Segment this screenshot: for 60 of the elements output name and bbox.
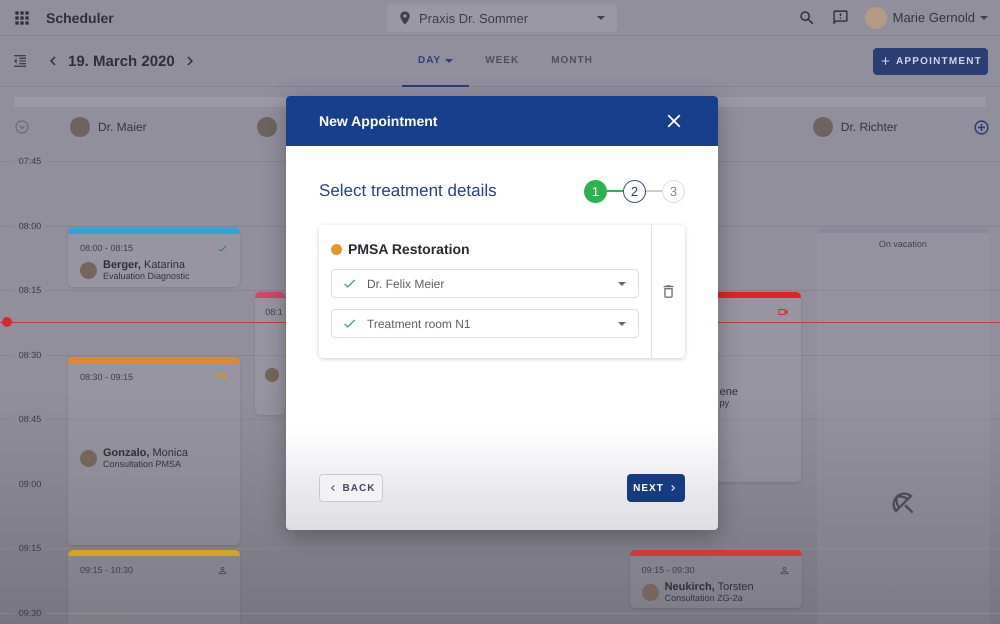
next-button[interactable]: NEXT (627, 474, 685, 502)
appointment-time: 08:1 (265, 307, 283, 317)
treatment-name: py (720, 398, 730, 408)
time-label: 09:30 (18, 606, 42, 618)
patient-name: Neukirch, Torsten (664, 581, 754, 593)
patient-name: ene (720, 386, 739, 398)
time-label: 09:00 (18, 478, 42, 490)
time-label: 08:45 (18, 413, 42, 425)
avatar (265, 368, 280, 382)
avatar (642, 584, 659, 600)
time-label: 08:15 (18, 284, 42, 296)
avatar (80, 262, 97, 278)
appointment-card[interactable]: 08:1 (255, 292, 286, 415)
caret-icon (618, 282, 626, 286)
time-label: 07:45 (18, 155, 42, 167)
appointment-time: 08:30 - 09:15 (80, 372, 134, 382)
collapse-menu-icon[interactable] (12, 53, 28, 69)
treatment-name: Consultation PMSA (103, 459, 182, 469)
doctor-name: Dr. Richter (840, 120, 898, 134)
location-select[interactable]: Praxis Dr. Sommer (387, 4, 617, 32)
step-indicator: 1 (584, 180, 607, 202)
feedback-icon[interactable] (832, 9, 849, 26)
dialog-title: New Appointment (319, 113, 438, 129)
appointment-time: 08:00 - 08:15 (80, 243, 134, 253)
step-indicator: 2 (623, 180, 646, 202)
back-button[interactable]: BACK (319, 474, 383, 502)
avatar (80, 450, 97, 466)
time-label: 08:30 (18, 348, 42, 360)
current-time-dot (2, 317, 12, 327)
view-tab[interactable]: DAY (402, 36, 470, 87)
app-title: Scheduler (46, 10, 114, 26)
caret-icon (618, 322, 626, 326)
appointment-card[interactable]: 08:30 - 09:15 Gonzalo, Monica Consultation PMSA (68, 357, 240, 545)
treatment-name: Consultation ZG-2a (664, 593, 744, 603)
search-icon[interactable] (798, 8, 816, 26)
patient-name: Gonzalo, Monica (103, 447, 188, 459)
step-heading: Select treatment details (319, 181, 497, 201)
select-field[interactable]: Dr. Felix Meier (331, 269, 639, 298)
current-date: 19. March 2020 (68, 52, 175, 70)
appointment-card[interactable]: 08:00 - 08:15 Berger, Katarina Evaluation Diagnostic (68, 228, 240, 287)
user-name[interactable]: Marie Gernold (892, 10, 975, 25)
view-tab[interactable]: MONTH (535, 36, 609, 87)
caret-icon (597, 16, 605, 20)
appointment-card[interactable]: 09:15 - 10:30 (68, 550, 240, 624)
view-tab[interactable]: WEEK (469, 36, 536, 87)
treatment-name: Evaluation Diagnostic (103, 271, 190, 281)
appointment-card[interactable]: 09:15 - 09:30 Neukirch, Torsten Consultation ZG-2a (630, 550, 802, 608)
time-label: 09:15 (18, 542, 42, 554)
select-field[interactable]: Treatment room N1 (331, 309, 639, 338)
time-label: 08:00 (18, 220, 42, 232)
appointment-time: 09:15 - 10:30 (80, 565, 134, 575)
vacation-label: On vacation (878, 239, 927, 249)
patient-name: Berger, Katarina (103, 259, 186, 271)
caret-icon[interactable] (980, 16, 988, 20)
doctor-name: Dr. Maier (98, 120, 147, 134)
step-indicator: 3 (662, 180, 685, 202)
plus-icon (879, 54, 892, 68)
treatment-title: PMSA Restoration (348, 241, 470, 257)
appointment-time: 09:15 - 09:30 (642, 565, 695, 575)
new-appointment-button[interactable]: APPOINTMENT (873, 48, 988, 74)
